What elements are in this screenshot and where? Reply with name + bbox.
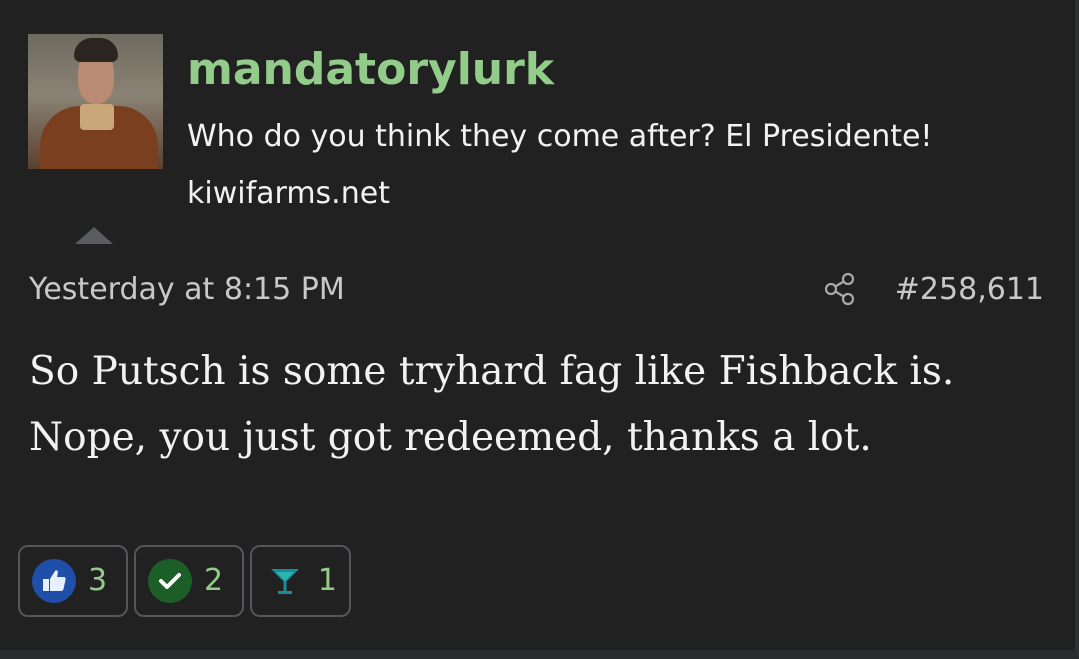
post-timestamp[interactable]: Yesterday at 8:15 PM	[29, 270, 345, 310]
collapse-caret-icon[interactable]	[75, 227, 113, 244]
avatar-collar	[80, 104, 114, 130]
post-body: So Putsch is some tryhard fag like Fishb…	[29, 339, 954, 471]
reaction-like-button[interactable]: 3	[18, 545, 128, 617]
post-body-line: Nope, you just got redeemed, thanks a lo…	[29, 415, 872, 460]
user-site: kiwifarms.net	[187, 176, 390, 211]
avatar[interactable]	[28, 34, 163, 169]
thumbs-up-icon	[32, 559, 76, 603]
share-icon[interactable]	[822, 271, 858, 307]
reaction-drink-button[interactable]: 1	[250, 545, 351, 617]
username-link[interactable]: mandatorylurk	[187, 42, 554, 98]
user-title: Who do you think they come after? El Pre…	[187, 119, 933, 154]
martini-glass-icon	[264, 559, 306, 603]
post-number-link[interactable]: #258,611	[895, 270, 1044, 310]
post-body-line: So Putsch is some tryhard fag like Fishb…	[29, 349, 955, 394]
reaction-drink-count: 1	[317, 563, 337, 598]
reaction-agree-button[interactable]: 2	[134, 545, 244, 617]
reactions-bar: 3 2 1	[18, 545, 351, 617]
reaction-agree-count: 2	[204, 563, 224, 598]
reaction-like-count: 3	[88, 563, 108, 598]
post-container: mandatorylurk Who do you think they come…	[0, 0, 1079, 659]
avatar-hair	[74, 38, 118, 62]
checkmark-icon	[148, 559, 192, 603]
